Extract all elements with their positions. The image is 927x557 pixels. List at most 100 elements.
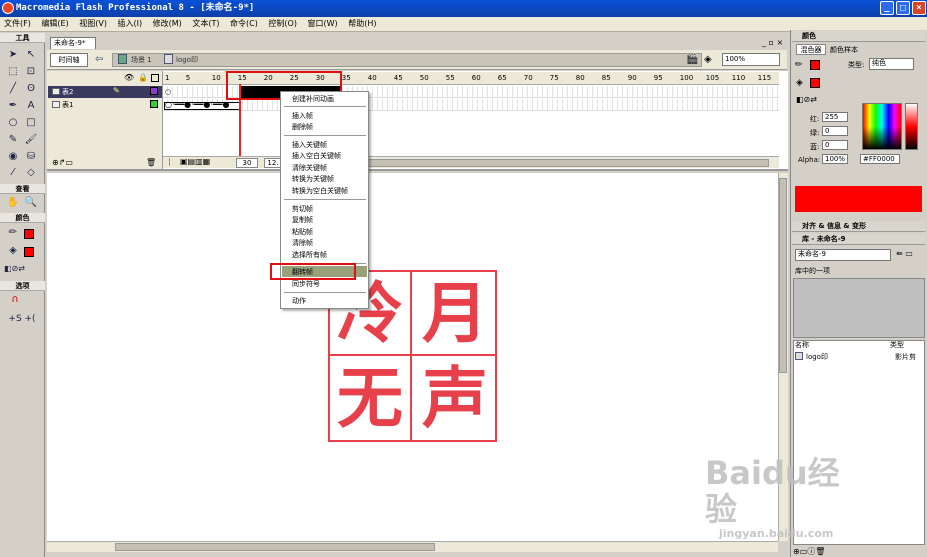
menu-item-insert-keyframe[interactable]: 插入关键帧 — [292, 140, 327, 150]
hex-field[interactable]: #FF0000 — [860, 154, 900, 164]
stroke-color-swatch[interactable] — [24, 229, 34, 239]
hand-tool-icon[interactable]: ✋ — [6, 196, 20, 210]
eyedropper-icon[interactable]: ⁄ — [6, 166, 20, 180]
menu-item-insert-blank-keyframe[interactable]: 插入空白关键帧 — [292, 151, 341, 161]
smooth-straighten-icon[interactable]: +S +( — [6, 312, 38, 326]
free-transform-icon[interactable]: ⬚ — [6, 65, 20, 79]
type-select[interactable]: 纯色 — [869, 58, 914, 70]
maximize-button[interactable]: □ — [896, 1, 910, 15]
seal-char-2: 月 — [422, 274, 488, 352]
menu-window[interactable]: 窗口(W) — [304, 17, 342, 31]
library-col-type[interactable]: 类型 — [890, 340, 904, 350]
color-spectrum[interactable] — [862, 103, 902, 150]
line-tool-icon[interactable]: ╱ — [6, 82, 20, 96]
stroke-color-icon[interactable]: ✏ — [6, 226, 20, 240]
menu-item-sync-symbols[interactable]: 同步符号 — [292, 279, 320, 289]
panel-swap-icons[interactable]: ◧⊘⇄ — [796, 95, 817, 104]
alpha-field[interactable]: 100% — [822, 154, 848, 164]
color-panel-header[interactable]: 颜色 — [792, 31, 925, 42]
layer-lock-header-icon[interactable]: 🔒 — [138, 73, 148, 82]
align-panel-header[interactable]: 对齐 & 信息 & 变形 — [792, 221, 925, 232]
mixer-tab[interactable]: 混色器 — [796, 44, 826, 55]
hscroll-thumb[interactable] — [115, 543, 435, 551]
green-field[interactable]: 0 — [822, 126, 848, 136]
fill-color-icon[interactable]: ◈ — [6, 244, 20, 258]
pencil-tool-icon[interactable]: ✎ — [6, 133, 20, 147]
seal-char-4: 声 — [422, 359, 488, 437]
add-layer-icons[interactable]: ⊕↱▭ — [52, 158, 73, 167]
panel-stroke-swatch[interactable] — [810, 60, 820, 70]
swap-colors-icon[interactable]: ◧⊘⇄ — [4, 262, 25, 276]
back-arrow-icon[interactable]: ⇦ — [95, 54, 103, 65]
snap-magnet-icon[interactable]: ∩ — [8, 293, 22, 307]
library-bottom-icons[interactable]: ⊕▭ⓘ🗑 — [793, 546, 825, 557]
brightness-slider[interactable] — [905, 103, 918, 150]
lasso-tool-icon[interactable]: ʘ — [24, 82, 38, 96]
menu-item-clear-frames[interactable]: 清除帧 — [292, 238, 313, 248]
layer-visibility-header-icon[interactable]: 👁 — [124, 73, 134, 82]
panel-fill-swatch[interactable] — [810, 78, 820, 88]
edit-scene-icon[interactable]: 🎬 — [686, 54, 698, 65]
layer-color-box[interactable] — [150, 87, 158, 95]
library-select[interactable]: 未命名-9 — [795, 249, 891, 261]
center-frame-icon[interactable]: ¦ — [168, 157, 171, 166]
menu-modify[interactable]: 修改(M) — [149, 17, 186, 31]
zoom-select[interactable]: 100% — [722, 53, 780, 66]
blue-field[interactable]: 0 — [822, 140, 848, 150]
red-field[interactable]: 255 — [822, 112, 848, 122]
menu-item-actions[interactable]: 动作 — [292, 296, 306, 306]
onion-skin-icons[interactable]: ▣▤▥▦ — [180, 157, 210, 166]
menu-item-create-tween[interactable]: 创建补间动画 — [292, 94, 334, 104]
menu-item-clear-keyframe[interactable]: 清除关键帧 — [292, 163, 327, 173]
menu-control[interactable]: 控制(O) — [264, 17, 301, 31]
layer-color-box[interactable] — [150, 100, 158, 108]
pen-tool-icon[interactable]: ✒ — [6, 99, 20, 113]
ink-bottle-icon[interactable]: ◉ — [6, 150, 20, 164]
subselect-tool-icon[interactable]: ↖ — [24, 48, 38, 62]
oval-tool-icon[interactable]: ○ — [6, 116, 20, 130]
text-tool-icon[interactable]: A — [24, 99, 38, 113]
breadcrumb-symbol[interactable]: logo印 — [176, 55, 198, 65]
fill-transform-icon[interactable]: ⊡ — [24, 65, 38, 79]
edit-symbol-icon[interactable]: ◈ — [704, 54, 712, 65]
library-item-name[interactable]: logo印 — [806, 352, 828, 362]
menu-item-convert-keyframe[interactable]: 转换为关键帧 — [292, 174, 334, 184]
eraser-icon[interactable]: ◇ — [24, 166, 38, 180]
menu-command[interactable]: 命令(C) — [226, 17, 262, 31]
menu-item-convert-blank-keyframe[interactable]: 转换为空白关键帧 — [292, 186, 348, 196]
library-col-name[interactable]: 名称 — [795, 340, 809, 350]
layer-outline-header-icon[interactable] — [151, 74, 159, 82]
menu-item-delete-frame[interactable]: 删除帧 — [292, 122, 313, 132]
timeline-toggle-button[interactable]: 时间轴 — [50, 53, 88, 67]
zoom-tool-icon[interactable]: 🔍 — [24, 196, 38, 210]
menu-file[interactable]: 文件(F) — [0, 17, 35, 31]
doc-minmax-icon[interactable]: _ ▫ × — [762, 38, 783, 47]
rect-tool-icon[interactable]: □ — [24, 116, 38, 130]
paint-bucket-icon[interactable]: ⛁ — [24, 150, 38, 164]
menu-insert[interactable]: 插入(I) — [114, 17, 147, 31]
menu-item-cut-frames[interactable]: 剪切帧 — [292, 204, 313, 214]
library-pin-icons[interactable]: ⇚ ▭ — [896, 249, 913, 258]
delete-layer-icon[interactable]: 🗑 — [146, 158, 156, 167]
minimize-button[interactable]: _ — [880, 1, 894, 15]
menu-view[interactable]: 视图(V) — [75, 17, 111, 31]
close-button[interactable]: × — [912, 1, 926, 15]
library-panel-header[interactable]: 库 - 未命名-9 — [792, 234, 925, 245]
frame-row-table1[interactable] — [163, 99, 779, 111]
vscroll-thumb[interactable] — [779, 178, 787, 373]
swatches-tab[interactable]: 颜色样本 — [830, 45, 858, 55]
selection-tool-icon[interactable]: ➤ — [6, 48, 20, 62]
layer-row-table1[interactable]: 表1 — [48, 99, 162, 111]
document-tab[interactable]: 未命名-9* — [50, 37, 96, 49]
menu-item-paste-frames[interactable]: 粘贴帧 — [292, 227, 313, 237]
menu-edit[interactable]: 编辑(E) — [37, 17, 72, 31]
menu-help[interactable]: 帮助(H) — [344, 17, 380, 31]
menu-text[interactable]: 文本(T) — [188, 17, 223, 31]
menu-item-select-all-frames[interactable]: 选择所有帧 — [292, 250, 327, 260]
menu-item-insert-frame[interactable]: 插入帧 — [292, 111, 313, 121]
menu-item-copy-frames[interactable]: 复制帧 — [292, 215, 313, 225]
breadcrumb-scene[interactable]: 场景 1 — [131, 55, 152, 65]
brush-tool-icon[interactable]: 🖌 — [24, 133, 38, 147]
fill-color-swatch[interactable] — [24, 247, 34, 257]
layer-row-table2[interactable]: 表2 — [48, 86, 162, 98]
